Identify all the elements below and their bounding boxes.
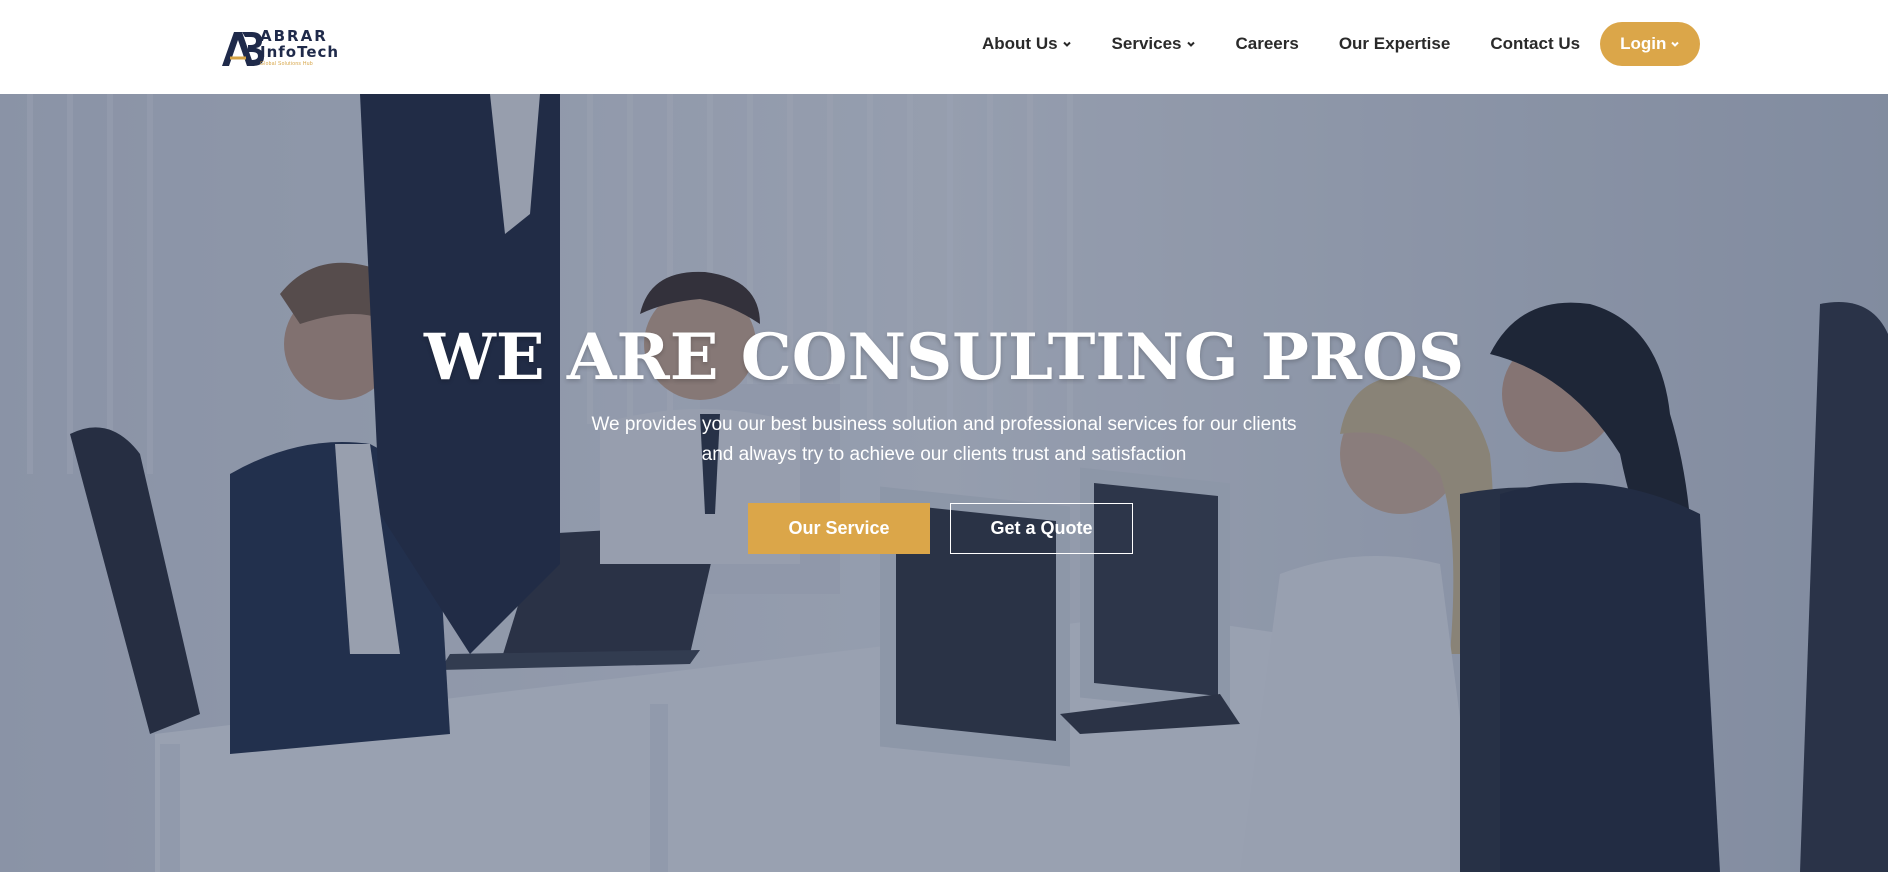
hero-subtitle: We provides you our best business soluti… [544, 410, 1344, 470]
hero-section: WE ARE CONSULTING PROS We provides you o… [0, 94, 1888, 872]
get-a-quote-button[interactable]: Get a Quote [950, 503, 1133, 554]
nav-item-our-expertise[interactable]: Our Expertise [1339, 34, 1451, 54]
login-button[interactable]: Login [1600, 22, 1701, 66]
nav-item-label: Contact Us [1490, 34, 1581, 53]
nav-item-label: Careers [1235, 34, 1299, 53]
hero-subtitle-line1: We provides you our best business soluti… [591, 414, 1297, 435]
site-header: ABRAR InfoTech Global Solutions Hub Abou… [0, 0, 1888, 94]
hero-buttons: Our Service Get a Quote [748, 503, 1133, 554]
main-nav: About Us Services Careers Our Expertise … [982, 22, 1701, 66]
hero-subtitle-line2: and always try to achieve our clients tr… [701, 444, 1187, 465]
chevron-down-icon [1062, 41, 1071, 47]
nav-item-label: About Us [982, 34, 1058, 53]
chevron-down-icon [1186, 41, 1195, 47]
nav-item-label: Services [1111, 34, 1182, 53]
brand-name-line2: InfoTech [260, 43, 340, 61]
nav-item-contact-us[interactable]: Contact Us [1490, 34, 1580, 54]
nav-item-label: Our Expertise [1338, 34, 1451, 53]
our-service-button[interactable]: Our Service [748, 503, 930, 554]
nav-item-services[interactable]: Services [1112, 34, 1196, 54]
hero-title: WE ARE CONSULTING PROS [423, 320, 1465, 395]
brand-name-line1: ABRAR [260, 27, 328, 45]
brand-tagline: Global Solutions Hub [260, 61, 313, 67]
chevron-down-icon [1671, 41, 1680, 47]
nav-item-careers[interactable]: Careers [1236, 34, 1299, 54]
brand-logo[interactable]: ABRAR InfoTech Global Solutions Hub [218, 24, 358, 72]
login-label: Login [1620, 34, 1667, 53]
ab-monogram-icon [222, 32, 264, 66]
hero-content: WE ARE CONSULTING PROS We provides you o… [0, 94, 1888, 872]
nav-item-about-us[interactable]: About Us [982, 34, 1072, 54]
